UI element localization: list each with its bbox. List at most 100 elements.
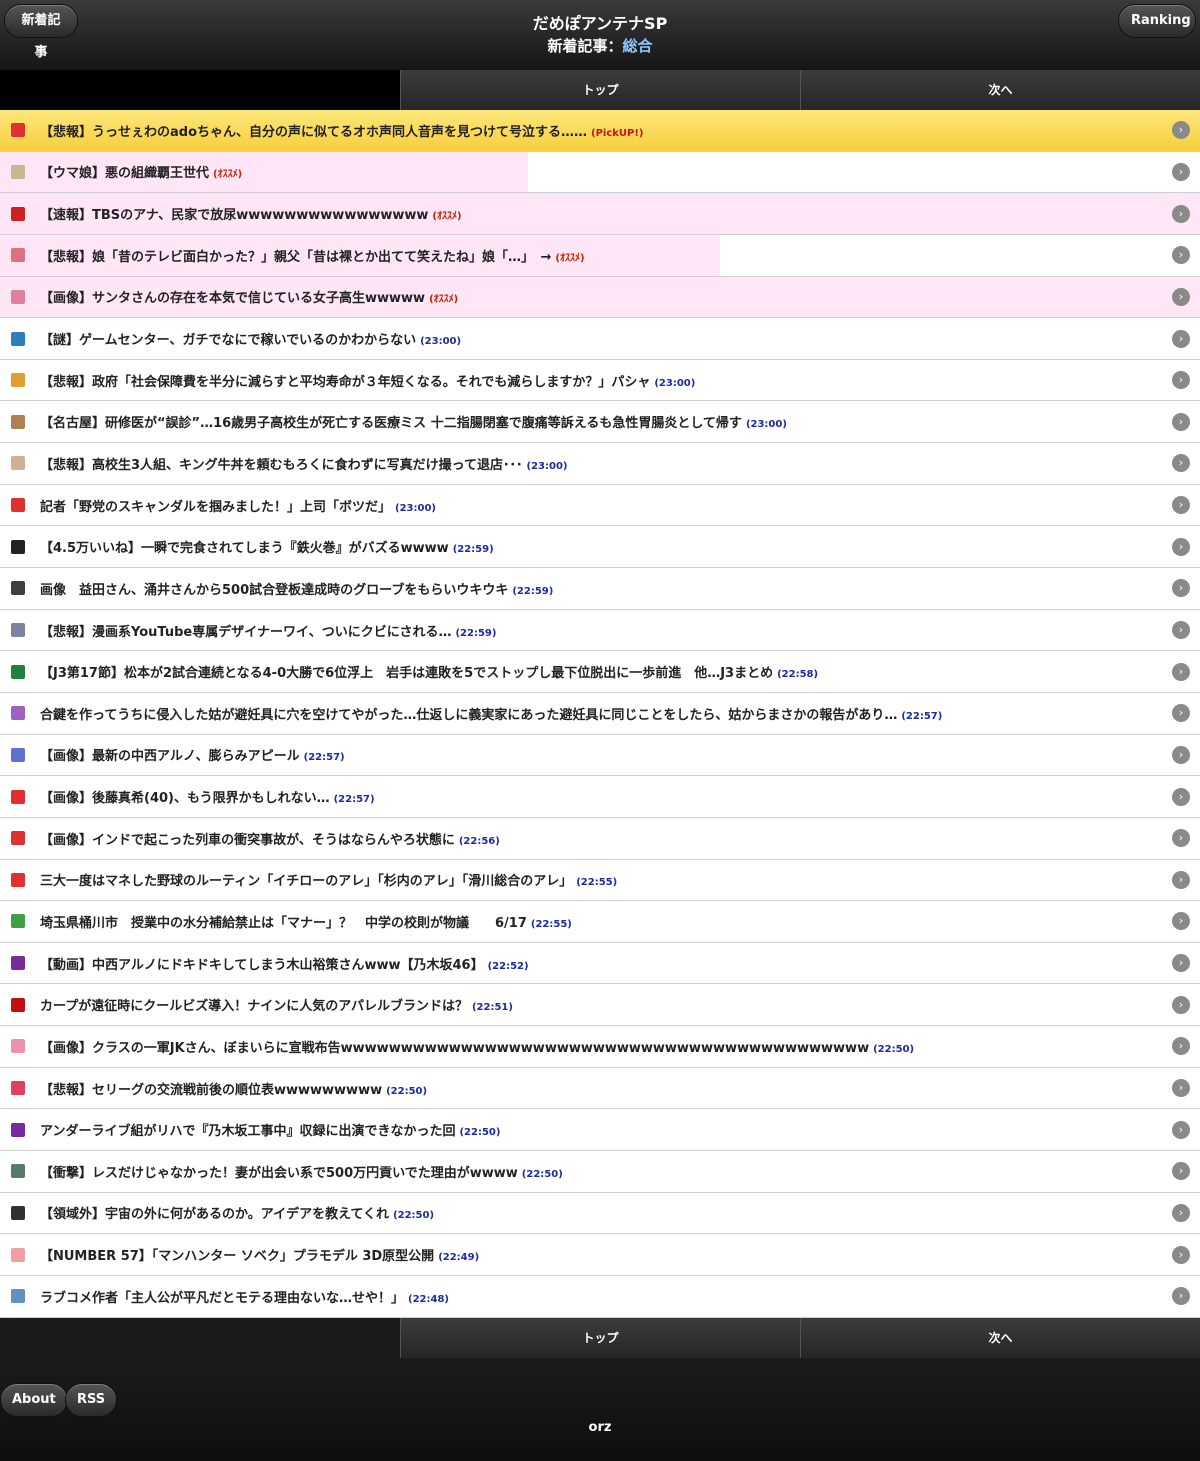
chevron-right-icon[interactable]: ›: [1172, 912, 1190, 931]
chevron-right-icon[interactable]: ›: [1172, 1037, 1190, 1056]
article-title-text[interactable]: 【画像】サンタさんの存在を本気で信じている女子高生wwwww: [40, 291, 425, 306]
article-title[interactable]: 【NUMBER 57】「マンハンター ソベク」プラモデル 3D原型公開 (22:4…: [40, 1245, 479, 1264]
subtitle-category[interactable]: 総合: [623, 37, 653, 55]
chevron-right-icon[interactable]: ›: [1172, 1162, 1190, 1181]
article-title-text[interactable]: 【J3第17節】松本が2試合連続となる4-0大勝で6位浮上 岩手は連敗を5でスト…: [40, 666, 773, 681]
article-title[interactable]: 【衝撃】レスだけじゃなかった！妻が出会い系で500万円貢いでた理由がwwww (2…: [40, 1162, 563, 1181]
chevron-right-icon[interactable]: ›: [1172, 704, 1190, 723]
top-nav-button[interactable]: トップ: [400, 1317, 800, 1358]
article-title[interactable]: 【画像】サンタさんの存在を本気で信じている女子高生wwwww (ｵｽｽﾒ): [40, 287, 458, 306]
article-row[interactable]: 【名古屋】研修医が“誤診”…16歳男子高校生が死亡する医療ミス 十二指腸閉塞で腹…: [0, 401, 1200, 444]
chevron-right-icon[interactable]: ›: [1172, 287, 1190, 306]
article-title[interactable]: 【4.5万いいね】一瞬で完食されてしまう『鉄火巻』がバズるwwww (22:59): [40, 537, 494, 556]
chevron-right-icon[interactable]: ›: [1172, 412, 1190, 431]
article-row[interactable]: 【画像】後藤真希(40)、もう限界かもしれない… (22:57) ›: [0, 776, 1200, 818]
chevron-right-icon[interactable]: ›: [1172, 329, 1190, 348]
chevron-right-icon[interactable]: ›: [1172, 246, 1190, 265]
article-row[interactable]: 【悲報】政府「社会保障費を半分に減らすと平均寿命が３年短くなる。それでも減らしま…: [0, 359, 1200, 402]
article-title[interactable]: 記者「野党のスキャンダルを掴みました！」上司「ボツだ」 (23:00): [40, 496, 436, 515]
about-button[interactable]: About: [0, 1382, 68, 1417]
article-title-text[interactable]: 【4.5万いいね】一瞬で完食されてしまう『鉄火巻』がバズるwwww: [40, 541, 449, 556]
article-title-text[interactable]: 【NUMBER 57】「マンハンター ソベク」プラモデル 3D原型公開: [40, 1249, 434, 1264]
top-nav-button[interactable]: トップ: [400, 70, 800, 110]
article-title-text[interactable]: 【領域外】宇宙の外に何があるのか。アイデアを教えてくれ: [40, 1207, 389, 1222]
article-row[interactable]: 【領域外】宇宙の外に何があるのか。アイデアを教えてくれ (22:50) ›: [0, 1192, 1200, 1235]
article-title[interactable]: 【謎】ゲームセンター、ガチでなにで稼いでいるのかわからない (23:00): [40, 329, 461, 348]
article-title-text[interactable]: 【悲報】娘「昔のテレビ面白かった？」親父「昔は裸とか出てて笑えたね」娘「…」 →: [40, 250, 551, 265]
article-title-text[interactable]: 三大一度はマネした野球のルーティン「イチローのアレ」「杉内のアレ」「滑川総合のア…: [40, 874, 572, 889]
chevron-right-icon[interactable]: ›: [1172, 621, 1190, 639]
article-row[interactable]: アンダーライブ組がリハで『乃木坂工事中』収録に出演できなかった回 (22:50) ›: [0, 1109, 1200, 1152]
ranking-button[interactable]: Ranking: [1118, 4, 1196, 38]
chevron-right-icon[interactable]: ›: [1172, 745, 1190, 764]
article-title[interactable]: 【悲報】うっせぇわのadoちゃん、自分の声に似てるオホ声同人音声を見つけて号泣す…: [40, 121, 644, 140]
article-title[interactable]: 【ウマ娘】悪の組織覇王世代 (ｵｽｽﾒ): [40, 162, 242, 181]
article-row[interactable]: 画像 益田さん、涌井さんから500試合登板達成時のグローブをもらいウキウキ (22…: [0, 568, 1200, 610]
article-row[interactable]: 【4.5万いいね】一瞬で完食されてしまう『鉄火巻』がバズるwwww (22:59)…: [0, 526, 1200, 569]
article-title-text[interactable]: ラブコメ作者「主人公が平凡だとモテる理由ないな…せや！」: [40, 1291, 404, 1306]
article-title[interactable]: 【画像】最新の中西アルノ、膨らみアピール (22:57): [40, 745, 345, 764]
chevron-right-icon[interactable]: ›: [1172, 954, 1190, 973]
chevron-right-icon[interactable]: ›: [1172, 454, 1190, 473]
article-title-text[interactable]: 【画像】最新の中西アルノ、膨らみアピール: [40, 749, 300, 764]
article-title[interactable]: 画像 益田さん、涌井さんから500試合登板達成時のグローブをもらいウキウキ (22…: [40, 579, 553, 598]
article-title[interactable]: 【動画】中西アルノにドキドキしてしまう木山裕策さんwww【乃木坂46】 (22:5…: [40, 954, 529, 973]
article-title-text[interactable]: 画像 益田さん、涌井さんから500試合登板達成時のグローブをもらいウキウキ: [40, 583, 508, 598]
article-title[interactable]: アンダーライブ組がリハで『乃木坂工事中』収録に出演できなかった回 (22:50): [40, 1120, 500, 1139]
article-title-text[interactable]: 【悲報】うっせぇわのadoちゃん、自分の声に似てるオホ声同人音声を見つけて号泣す…: [40, 125, 587, 140]
next-page-button[interactable]: 次へ: [800, 70, 1200, 110]
article-row[interactable]: 【悲報】娘「昔のテレビ面白かった？」親父「昔は裸とか出てて笑えたね」娘「…」 →…: [0, 234, 1200, 277]
article-row[interactable]: 三大一度はマネした野球のルーティン「イチローのアレ」「杉内のアレ」「滑川総合のア…: [0, 859, 1200, 902]
article-row[interactable]: 記者「野党のスキャンダルを掴みました！」上司「ボツだ」 (23:00) ›: [0, 484, 1200, 527]
article-title[interactable]: 【悲報】娘「昔のテレビ面白かった？」親父「昔は裸とか出てて笑えたね」娘「…」 →…: [40, 246, 585, 265]
article-row[interactable]: 【悲報】セリーグの交流戦前後の順位表wwwwwwwww (22:50) ›: [0, 1067, 1200, 1110]
article-title-text[interactable]: 【悲報】漫画系YouTube専属デザイナーワイ、ついにクビにされる…: [40, 625, 451, 640]
chevron-right-icon[interactable]: ›: [1172, 204, 1190, 223]
chevron-right-icon[interactable]: ›: [1172, 870, 1190, 889]
article-row[interactable]: 【J3第17節】松本が2試合連続となる4-0大勝で6位浮上 岩手は連敗を5でスト…: [0, 651, 1200, 693]
article-row[interactable]: 【悲報】漫画系YouTube専属デザイナーワイ、ついにクビにされる… (22:59…: [0, 609, 1200, 652]
chevron-right-icon[interactable]: ›: [1172, 1120, 1190, 1139]
article-row[interactable]: 【ウマ娘】悪の組織覇王世代 (ｵｽｽﾒ) ›: [0, 151, 1200, 194]
article-row[interactable]: 【画像】最新の中西アルノ、膨らみアピール (22:57) ›: [0, 734, 1200, 777]
article-row[interactable]: 【動画】中西アルノにドキドキしてしまう木山裕策さんwww【乃木坂46】 (22:5…: [0, 942, 1200, 985]
chevron-right-icon[interactable]: ›: [1172, 662, 1190, 681]
article-title[interactable]: 埼玉県桶川市 授業中の水分補給禁止は「マナー」？ 中学の校則が物議 6/17 (2…: [40, 912, 572, 931]
article-row[interactable]: 埼玉県桶川市 授業中の水分補給禁止は「マナー」？ 中学の校則が物議 6/17 (2…: [0, 901, 1200, 943]
article-title[interactable]: 【悲報】セリーグの交流戦前後の順位表wwwwwwwww (22:50): [40, 1079, 427, 1098]
article-title-text[interactable]: 【速報】TBSのアナ、民家で放尿wwwwwwwwwwwwwwww: [40, 208, 428, 223]
article-title-text[interactable]: 【画像】後藤真希(40)、もう限界かもしれない…: [40, 791, 330, 806]
chevron-right-icon[interactable]: ›: [1172, 162, 1190, 181]
article-row[interactable]: 【衝撃】レスだけじゃなかった！妻が出会い系で500万円貢いでた理由がwwww (2…: [0, 1151, 1200, 1193]
next-page-button[interactable]: 次へ: [800, 1317, 1200, 1358]
article-row[interactable]: ラブコメ作者「主人公が平凡だとモテる理由ないな…せや！」 (22:48) ›: [0, 1275, 1200, 1318]
article-title-text[interactable]: 【悲報】セリーグの交流戦前後の順位表wwwwwwwww: [40, 1083, 382, 1098]
rss-button[interactable]: RSS: [65, 1382, 118, 1417]
chevron-right-icon[interactable]: ›: [1172, 787, 1190, 806]
article-row[interactable]: 【画像】クラスの一軍JKさん、ぼまいらに宣戦布告wwwwwwwwwwwwwwww…: [0, 1026, 1200, 1068]
article-title[interactable]: 【画像】クラスの一軍JKさん、ぼまいらに宣戦布告wwwwwwwwwwwwwwww…: [40, 1037, 914, 1056]
article-title[interactable]: ラブコメ作者「主人公が平凡だとモテる理由ないな…せや！」 (22:48): [40, 1287, 449, 1306]
chevron-right-icon[interactable]: ›: [1172, 1079, 1190, 1098]
article-row[interactable]: 【悲報】うっせぇわのadoちゃん、自分の声に似てるオホ声同人音声を見つけて号泣す…: [0, 110, 1200, 152]
article-title[interactable]: 【領域外】宇宙の外に何があるのか。アイデアを教えてくれ (22:50): [40, 1203, 434, 1222]
article-row[interactable]: 【NUMBER 57】「マンハンター ソベク」プラモデル 3D原型公開 (22:4…: [0, 1234, 1200, 1276]
article-row[interactable]: 【速報】TBSのアナ、民家で放尿wwwwwwwwwwwwwwww (ｵｽｽﾒ) ›: [0, 193, 1200, 235]
article-title-text[interactable]: 【謎】ゲームセンター、ガチでなにで稼いでいるのかわからない: [40, 333, 416, 348]
article-title-text[interactable]: 【衝撃】レスだけじゃなかった！妻が出会い系で500万円貢いでた理由がwwww: [40, 1166, 518, 1181]
article-title-text[interactable]: 合鍵を作ってうちに侵入した姑が避妊具に穴を空けてやがった…仕返しに義実家にあった…: [40, 708, 897, 723]
article-row[interactable]: 合鍵を作ってうちに侵入した姑が避妊具に穴を空けてやがった…仕返しに義実家にあった…: [0, 692, 1200, 735]
article-title-text[interactable]: 【ウマ娘】悪の組織覇王世代: [40, 166, 209, 181]
article-title-text[interactable]: 記者「野党のスキャンダルを掴みました！」上司「ボツだ」: [40, 500, 391, 515]
article-title-text[interactable]: 埼玉県桶川市 授業中の水分補給禁止は「マナー」？ 中学の校則が物議 6/17: [40, 916, 527, 931]
article-title-text[interactable]: 【動画】中西アルノにドキドキしてしまう木山裕策さんwww【乃木坂46】: [40, 958, 484, 973]
article-title-text[interactable]: 【名古屋】研修医が“誤診”…16歳男子高校生が死亡する医療ミス 十二指腸閉塞で腹…: [40, 416, 742, 431]
chevron-right-icon[interactable]: ›: [1172, 829, 1190, 848]
article-title[interactable]: 【J3第17節】松本が2試合連続となる4-0大勝で6位浮上 岩手は連敗を5でスト…: [40, 662, 818, 681]
article-title-text[interactable]: アンダーライブ組がリハで『乃木坂工事中』収録に出演できなかった回: [40, 1124, 455, 1139]
chevron-right-icon[interactable]: ›: [1172, 537, 1190, 556]
chevron-right-icon[interactable]: ›: [1172, 121, 1190, 140]
article-row[interactable]: カープが遠征時にクールビズ導入！ナインに人気のアパレルブランドは？ (22:51)…: [0, 984, 1200, 1027]
article-title-text[interactable]: 【悲報】政府「社会保障費を半分に減らすと平均寿命が３年短くなる。それでも減らしま…: [40, 375, 650, 390]
chevron-right-icon[interactable]: ›: [1172, 1203, 1190, 1222]
